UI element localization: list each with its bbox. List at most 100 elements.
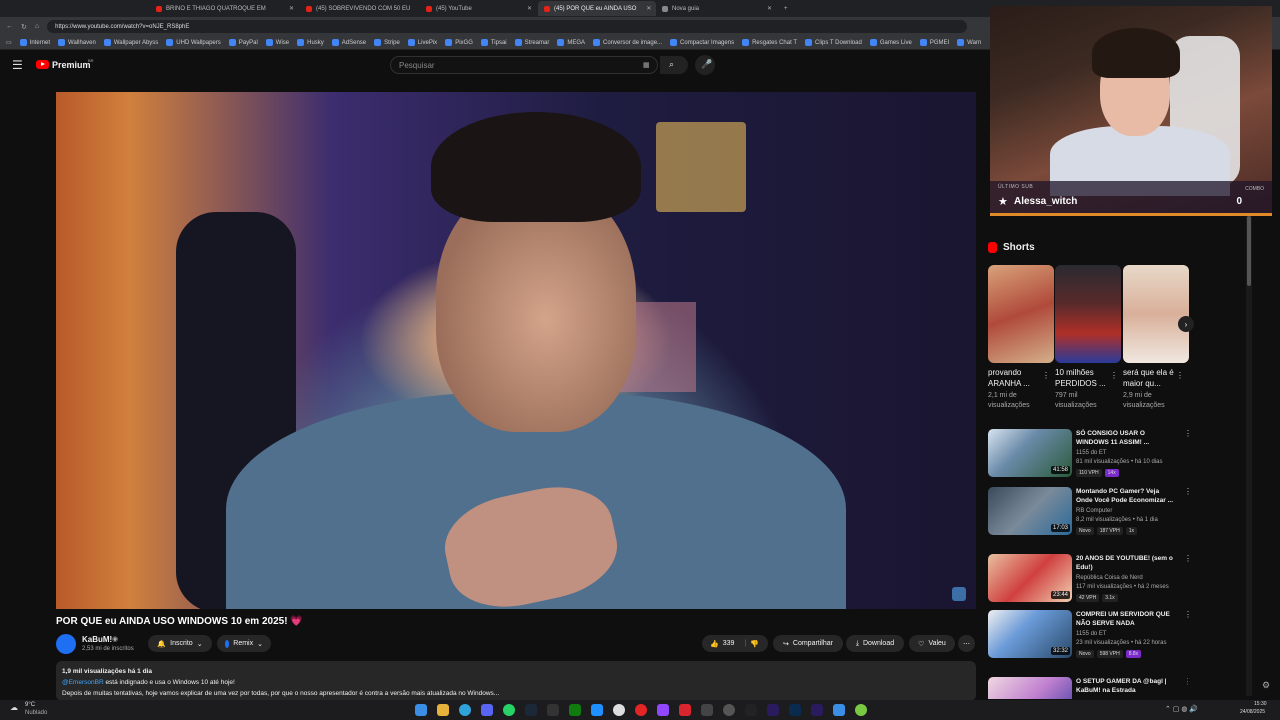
- more-actions-button[interactable]: ⋯: [958, 635, 975, 652]
- search-input[interactable]: Pesquisar: [390, 56, 658, 74]
- youtube-logo-text[interactable]: Premium: [52, 60, 91, 70]
- search-button[interactable]: ⌕: [660, 56, 688, 74]
- bookmark[interactable]: AdSense: [331, 39, 366, 46]
- related-channel[interactable]: 1155 do ET: [1076, 449, 1107, 458]
- remix-button[interactable]: Remix ⌄: [217, 635, 271, 652]
- more-icon[interactable]: ⋮: [1184, 554, 1192, 563]
- media-encoder-icon[interactable]: [811, 704, 823, 716]
- related-video[interactable]: 32:32 COMPREI UM SERVIDOR QUE NÃO SERVE …: [988, 610, 1192, 672]
- url-field[interactable]: https://www.youtube.com/watch?v=oNJE_RS8…: [47, 20, 968, 33]
- shorts-next-button[interactable]: ›: [1178, 316, 1194, 332]
- browser-tab[interactable]: Nova guia ✕: [656, 1, 778, 16]
- related-channel[interactable]: RB Computer: [1076, 507, 1112, 516]
- subscribed-button[interactable]: 🔔 Inscrito ⌄: [148, 635, 212, 652]
- channel-watermark-icon[interactable]: [952, 587, 966, 601]
- related-video[interactable]: 23:44 20 ANOS DE YOUTUBE! (sem o Edu!) R…: [988, 554, 1192, 616]
- related-title[interactable]: O SETUP GAMER DA @bagl | KaBuM! na Estra…: [1076, 677, 1174, 695]
- related-video[interactable]: 41:58 SÓ CONSIGO USAR O WINDOWS 11 ASSIM…: [988, 429, 1192, 491]
- more-icon[interactable]: ⋮: [1176, 371, 1184, 380]
- video-player[interactable]: [56, 92, 976, 609]
- bookmark[interactable]: Internet: [19, 39, 50, 46]
- related-title[interactable]: COMPREI UM SERVIDOR QUE NÃO SERVE NADA: [1076, 610, 1174, 628]
- more-icon[interactable]: ⋮: [1184, 677, 1188, 686]
- tray-icons[interactable]: ⌃ ▢ ◍ 🔊: [1165, 705, 1198, 713]
- more-icon[interactable]: ⋮: [1184, 610, 1192, 619]
- weather-text[interactable]: Nublado: [25, 710, 47, 716]
- youtube-logo-icon[interactable]: [36, 60, 49, 69]
- bookmark[interactable]: Compactar Imagens: [670, 39, 734, 46]
- settings-icon[interactable]: [723, 704, 735, 716]
- steam-icon[interactable]: [525, 704, 537, 716]
- edge-icon[interactable]: [459, 704, 471, 716]
- bookmark[interactable]: Wallpaper Abyss: [103, 39, 158, 46]
- menu-icon[interactable]: ☰: [12, 58, 23, 72]
- home-icon[interactable]: ⌂: [35, 23, 39, 30]
- bookmark[interactable]: MEGA: [557, 39, 585, 46]
- bookmark[interactable]: Stripe: [374, 39, 400, 46]
- mention-link[interactable]: @EmersonBR: [62, 679, 104, 686]
- bookmark[interactable]: UHD Wallpapers: [166, 39, 221, 46]
- channel-avatar[interactable]: [56, 634, 76, 654]
- start-icon[interactable]: [415, 704, 427, 716]
- more-icon[interactable]: ⋮: [1184, 487, 1192, 496]
- keyboard-icon[interactable]: ▦: [643, 61, 650, 69]
- channel-name[interactable]: KaBuM!: [82, 635, 112, 644]
- xbox-icon[interactable]: [569, 704, 581, 716]
- thanks-button[interactable]: ♡ Valeu: [909, 635, 955, 652]
- bookmark[interactable]: LivePix: [407, 39, 437, 46]
- voice-search-button[interactable]: 🎤: [695, 55, 715, 75]
- related-title[interactable]: 20 ANOS DE YOUTUBE! (sem o Edu!): [1076, 554, 1174, 572]
- apps-icon[interactable]: ▭: [6, 39, 12, 46]
- more-icon[interactable]: ⋮: [1110, 371, 1118, 380]
- related-channel[interactable]: 1155 do ET: [1076, 630, 1107, 639]
- new-tab-button[interactable]: +: [778, 1, 794, 16]
- close-tab-icon[interactable]: ✕: [283, 5, 294, 12]
- more-icon[interactable]: ⋮: [1042, 371, 1050, 380]
- close-tab-icon[interactable]: ✕: [521, 5, 532, 12]
- related-title[interactable]: Montando PC Gamer? Veja Onde Você Pode E…: [1076, 487, 1174, 505]
- related-video[interactable]: 17:03 Montando PC Gamer? Veja Onde Você …: [988, 487, 1192, 549]
- description-box[interactable]: 1,9 mil visualizações há 1 dia @EmersonB…: [56, 661, 976, 701]
- bookmark[interactable]: PGMEI: [919, 39, 949, 46]
- file-explorer-icon[interactable]: [437, 704, 449, 716]
- app-icon[interactable]: [701, 704, 713, 716]
- like-count[interactable]: 339: [723, 640, 735, 647]
- related-thumbnail[interactable]: [988, 677, 1072, 699]
- bookmark[interactable]: Resgates Chat T: [742, 39, 797, 46]
- bookmark[interactable]: Tipsai: [480, 39, 507, 46]
- app-icon[interactable]: [855, 704, 867, 716]
- app-icon[interactable]: [833, 704, 845, 716]
- more-icon[interactable]: ⋮: [1184, 429, 1192, 438]
- chrome-icon[interactable]: [613, 704, 625, 716]
- dislike-icon[interactable]: 👎: [750, 640, 759, 648]
- short-thumbnail[interactable]: [1123, 265, 1189, 363]
- twitch-icon[interactable]: [657, 704, 669, 716]
- clock-time[interactable]: 15:30: [1254, 701, 1267, 707]
- download-button[interactable]: ⤓ Download: [846, 635, 904, 652]
- browser-tab[interactable]: (45) SOBREVIVENDO COM 50 EU✕: [300, 1, 420, 16]
- related-title[interactable]: SÓ CONSIGO USAR O WINDOWS 11 ASSIM! ...: [1076, 429, 1174, 447]
- browser-tab[interactable]: (45) YouTube ✕: [420, 1, 538, 16]
- photoshop-icon[interactable]: [789, 704, 801, 716]
- share-button[interactable]: ↪ Compartilhar: [773, 635, 843, 652]
- bookmark[interactable]: Games Live: [869, 39, 912, 46]
- bookmark[interactable]: PayPal: [228, 39, 258, 46]
- short-item[interactable]: será que ela é maior qu... 2,9 mi de vis…: [1123, 265, 1189, 411]
- weather-temp[interactable]: 9°C: [25, 702, 35, 708]
- bookmark[interactable]: PixGG: [445, 39, 473, 46]
- reload-icon[interactable]: ↻: [21, 23, 27, 31]
- bookmark[interactable]: Conversor de image...: [593, 39, 662, 46]
- clock-date[interactable]: 24/08/2025: [1240, 709, 1265, 715]
- settings-icon[interactable]: ⚙: [1262, 680, 1270, 691]
- browser-tab[interactable]: BRINO E THIAGO QUATROQUE EM ✕: [150, 1, 300, 16]
- bookmark[interactable]: Streamar: [514, 39, 549, 46]
- app-icon[interactable]: [547, 704, 559, 716]
- app-icon[interactable]: [679, 704, 691, 716]
- short-thumbnail[interactable]: [988, 265, 1054, 363]
- browser-tab-active[interactable]: (45) POR QUE eu AINDA USO ✕: [538, 1, 656, 16]
- bookmark[interactable]: Wise: [265, 39, 289, 46]
- premiere-icon[interactable]: [767, 704, 779, 716]
- short-item[interactable]: 10 milhões PERDIDOS ... 797 mil visualiz…: [1055, 265, 1121, 411]
- app-icon[interactable]: [591, 704, 603, 716]
- discord-icon[interactable]: [481, 704, 493, 716]
